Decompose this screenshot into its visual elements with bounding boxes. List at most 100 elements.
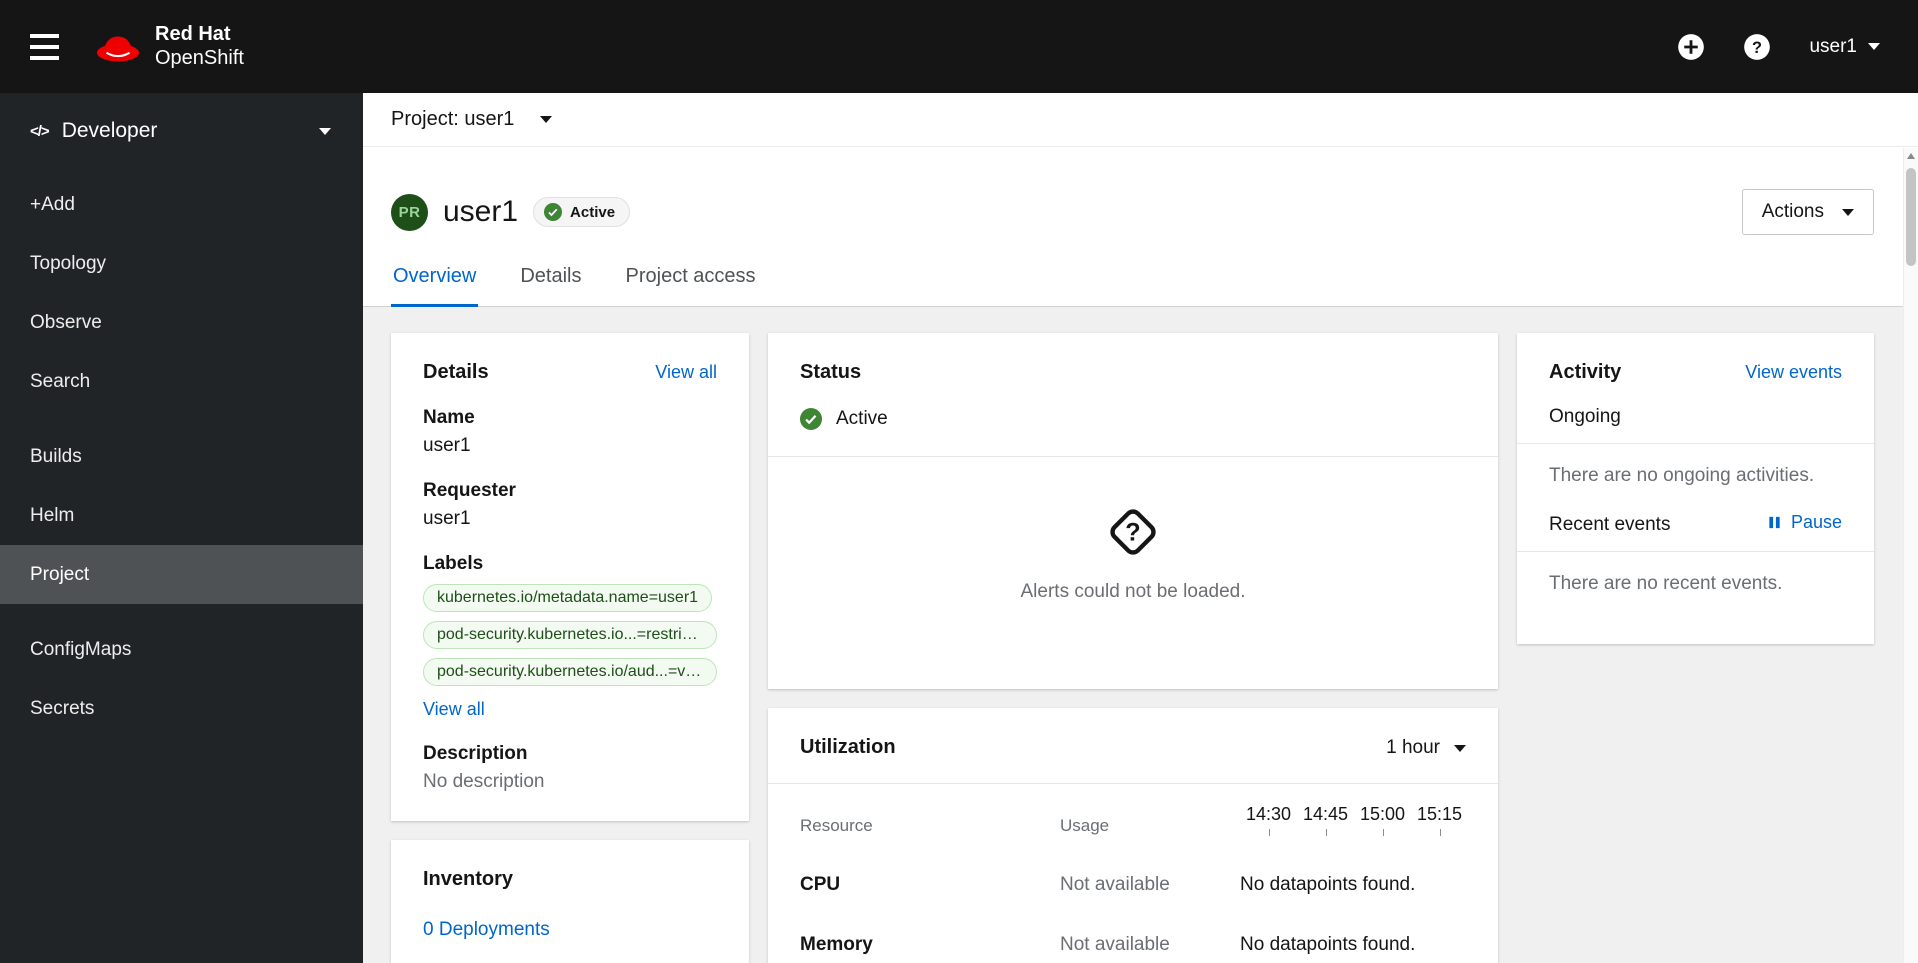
main-content: Project: user1 PR user1 Active Actions O…	[363, 93, 1918, 963]
inventory-card-title: Inventory	[423, 868, 514, 890]
recent-events-title: Recent events	[1549, 514, 1671, 535]
details-description-value: No description	[423, 771, 545, 792]
actions-button-label: Actions	[1761, 201, 1824, 222]
user-menu-label: user1	[1809, 35, 1857, 57]
user-menu-dropdown[interactable]: user1	[1809, 36, 1880, 58]
svg-text:?: ?	[1125, 519, 1140, 547]
details-name-label: Name	[423, 407, 475, 428]
pause-events-button[interactable]: Pause	[1767, 512, 1842, 533]
details-card-title: Details	[423, 361, 489, 383]
chevron-down-icon	[1454, 744, 1466, 752]
sidebar-item-secrets[interactable]: Secrets	[0, 679, 363, 738]
utilization-card: Utilization 1 hour Resource Usage 14:30 …	[768, 708, 1498, 963]
sidebar-item-add[interactable]: +Add	[0, 175, 363, 234]
tab-overview[interactable]: Overview	[391, 265, 479, 307]
tab-project-access[interactable]: Project access	[624, 265, 758, 306]
label-pill[interactable]: kubernetes.io/metadata.name=user1	[423, 584, 713, 612]
alerts-empty-state: ? Alerts could not be loaded.	[800, 457, 1466, 661]
pause-icon	[1769, 516, 1780, 528]
page-title: user1	[443, 195, 519, 228]
duration-label: 1 hour	[1386, 737, 1440, 758]
recent-empty-message: There are no recent events.	[1549, 573, 1783, 594]
status-badge-label: Active	[570, 203, 616, 221]
code-icon: </>	[30, 122, 50, 140]
sidebar-item-helm[interactable]: Helm	[0, 486, 363, 545]
resource-usage: Not available	[1060, 934, 1170, 955]
utilization-table-header: Resource Usage 14:30 14:45 15:00 15:15	[800, 804, 1466, 836]
help-question-circle-icon[interactable]: ?	[1743, 33, 1771, 61]
perspective-switcher[interactable]: </> Developer	[0, 93, 363, 165]
details-requester-value: user1	[423, 508, 471, 529]
sidebar-item-builds[interactable]: Builds	[0, 427, 363, 486]
alerts-empty-message: Alerts could not be loaded.	[1020, 581, 1246, 602]
status-card: Status Active ? Alerts could not be load…	[768, 333, 1498, 689]
chevron-down-icon	[1842, 208, 1854, 216]
time-tick-label: 15:15	[1411, 804, 1468, 836]
project-selector[interactable]: Project: user1	[363, 93, 1918, 147]
ongoing-section-title: Ongoing	[1549, 406, 1621, 427]
labels-view-all-link[interactable]: View all	[423, 699, 485, 720]
details-view-all-link[interactable]: View all	[655, 362, 717, 383]
project-resource-badge: PR	[391, 193, 428, 231]
add-plus-circle-icon[interactable]	[1677, 33, 1705, 61]
inventory-card: Inventory 0 Deployments	[391, 840, 749, 963]
actions-dropdown-button[interactable]: Actions	[1741, 189, 1874, 235]
details-name-value: user1	[423, 435, 471, 456]
time-tick-label: 14:45	[1297, 804, 1354, 836]
hamburger-menu-icon[interactable]	[30, 24, 76, 70]
redhat-hat-icon	[96, 35, 140, 61]
utilization-row-cpu: CPU Not available No datapoints found.	[800, 874, 1466, 896]
redhat-openshift-logo: Red Hat OpenShift	[94, 23, 244, 69]
column-usage: Usage	[1060, 816, 1110, 835]
chevron-down-icon	[1868, 43, 1880, 50]
label-pill[interactable]: pod-security.kubernetes.io/aud...=v1....	[423, 658, 717, 686]
resource-name: CPU	[800, 874, 841, 895]
status-badge: Active	[533, 197, 631, 227]
details-description-label: Description	[423, 743, 528, 764]
activity-card: Activity View events Ongoing There are n…	[1517, 333, 1874, 644]
scroll-up-arrow-icon[interactable]	[1907, 153, 1915, 159]
chevron-down-icon	[319, 127, 331, 135]
sidebar-group-main: +Add Topology Observe Search	[0, 175, 363, 411]
resource-datapoints: No datapoints found.	[1240, 874, 1416, 895]
utilization-row-memory: Memory Not available No datapoints found…	[800, 934, 1466, 956]
view-events-link[interactable]: View events	[1745, 362, 1842, 383]
project-selector-label: Project: user1	[391, 108, 515, 130]
unknown-status-icon: ?	[1110, 509, 1156, 555]
sidebar-nav: </> Developer +Add Topology Observe Sear…	[0, 93, 363, 963]
svg-text:?: ?	[1752, 38, 1762, 56]
sidebar-item-topology[interactable]: Topology	[0, 234, 363, 293]
sidebar-group-resources: Builds Helm Project	[0, 427, 363, 604]
brand-name-bottom: OpenShift	[155, 46, 244, 69]
time-tick-label: 15:00	[1354, 804, 1411, 836]
check-circle-icon	[544, 203, 563, 221]
perspective-label: Developer	[61, 119, 158, 142]
sidebar-item-search[interactable]: Search	[0, 352, 363, 411]
pause-button-label: Pause	[1790, 511, 1842, 532]
sidebar-group-config: ConfigMaps Secrets	[0, 620, 363, 738]
divider	[768, 783, 1498, 784]
chevron-down-icon	[540, 116, 553, 123]
tab-bar: Overview Details Project access	[363, 265, 1918, 307]
scrollbar-thumb[interactable]	[1906, 168, 1916, 266]
label-pill[interactable]: pod-security.kubernetes.io...=restric...	[423, 621, 717, 649]
sidebar-item-project[interactable]: Project	[0, 545, 363, 604]
resource-datapoints: No datapoints found.	[1240, 934, 1416, 955]
column-resource: Resource	[800, 816, 873, 835]
sidebar-item-observe[interactable]: Observe	[0, 293, 363, 352]
duration-dropdown[interactable]: 1 hour	[1386, 737, 1466, 759]
labels-list: kubernetes.io/metadata.name=user1 pod-se…	[423, 575, 717, 686]
time-axis: 14:30 14:45 15:00 15:15	[1240, 804, 1468, 836]
utilization-card-title: Utilization	[800, 736, 896, 758]
resource-name: Memory	[800, 934, 873, 955]
masthead: Red Hat OpenShift ? user1	[0, 0, 1918, 93]
vertical-scrollbar[interactable]	[1903, 148, 1918, 963]
deployments-link[interactable]: 0 Deployments	[423, 919, 550, 941]
status-active-label: Active	[836, 408, 888, 429]
tab-details[interactable]: Details	[518, 265, 583, 306]
details-card: Details View all Name user1 Requester us…	[391, 333, 749, 821]
sidebar-item-configmaps[interactable]: ConfigMaps	[0, 620, 363, 679]
page-header: PR user1 Active Actions Overview Details…	[363, 147, 1918, 307]
ongoing-empty-message: There are no ongoing activities.	[1549, 465, 1815, 486]
activity-card-title: Activity	[1549, 361, 1622, 383]
